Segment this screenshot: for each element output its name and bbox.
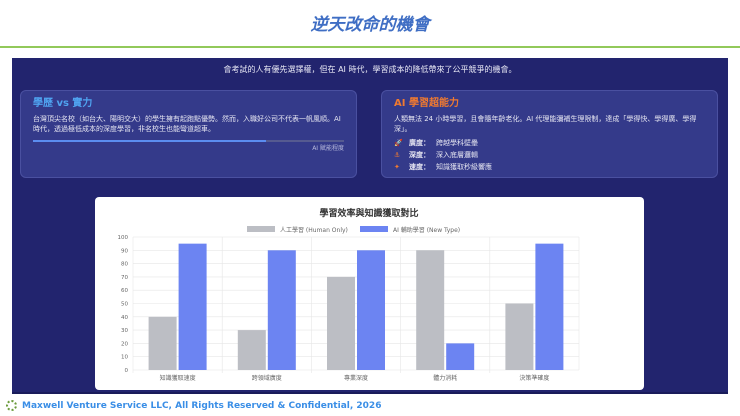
bar (446, 343, 475, 370)
feature-item: ✦ 速度： 知識獲取秒級響應 (394, 162, 705, 172)
x-tick-label: 專業深度 (344, 374, 368, 382)
bar (148, 316, 177, 370)
bar (416, 250, 445, 370)
feature-item: ⚓ 深度： 深入底層邏輯 (394, 150, 705, 160)
bar (535, 243, 564, 370)
bar-chart: 學習效率與知識獲取對比人工學習 (Human Only) AI 輔助學習 (New… (118, 207, 580, 382)
x-tick-label: 決策準確度 (519, 374, 549, 382)
y-tick-label: 20 (121, 341, 128, 347)
y-tick-label: 0 (125, 368, 129, 374)
progress-fill (33, 140, 267, 142)
subtitle: 會考試的人有優先選擇權，但在 AI 時代，學習成本的降低帶來了公平競爭的機會。 (223, 65, 517, 74)
feature-item: 🚀 廣度： 跨越學科壁壘 (394, 138, 705, 148)
bolt-icon: ✦ (394, 163, 400, 171)
feature-label: 廣度： (409, 139, 430, 147)
feature-text: 跨越學科壁壘 (436, 139, 478, 147)
bar (357, 250, 385, 370)
feature-text: 知識獲取秒級響應 (436, 163, 492, 171)
y-tick-label: 70 (121, 275, 128, 281)
y-tick-label: 50 (121, 302, 128, 308)
y-tick-label: 90 (121, 248, 128, 254)
footer-text: Maxwell Venture Service LLC, All Rights … (22, 400, 382, 411)
feature-text: 深入底層邏輯 (436, 151, 478, 159)
bar (178, 243, 207, 370)
legend-swatch[interactable] (360, 226, 388, 232)
y-tick-label: 60 (121, 288, 128, 294)
card-body: 人類無法 24 小時學習，且會隨年齡老化。AI 代理能彌補生理限制，達成「學得快… (394, 115, 697, 133)
bar (237, 330, 266, 370)
feature-label: 深度： (409, 151, 430, 159)
y-tick-label: 10 (121, 355, 128, 361)
y-tick-label: 80 (121, 262, 128, 268)
legend-label[interactable]: 人工學習 (Human Only) (280, 226, 348, 234)
card-heading: 學歷 vs 實力 (33, 98, 93, 109)
content-panel: 會考試的人有優先選擇權，但在 AI 時代，學習成本的降低帶來了公平競爭的機會。 … (12, 58, 728, 394)
legend-label[interactable]: AI 輔助學習 (New Type) (393, 226, 460, 234)
feature-label: 速度： (409, 163, 430, 171)
card-heading: AI 學習超能力 (394, 98, 459, 109)
x-tick-label: 知識獲取速度 (160, 374, 196, 382)
x-tick-label: 體力消耗 (433, 374, 457, 382)
progress-bar (33, 140, 344, 142)
y-tick-label: 100 (118, 235, 129, 241)
x-tick-label: 跨領域廣度 (252, 374, 282, 382)
anchor-icon: ⚓ (394, 151, 401, 159)
legend-swatch[interactable] (247, 226, 275, 232)
page-title: 逆天改命的機會 (310, 15, 430, 35)
card-education-vs-ability: 學歷 vs 實力 台灣頂尖名校（如台大、陽明交大）的學生擁有起跑點優勢。然而，入… (20, 90, 357, 178)
card-body: 台灣頂尖名校（如台大、陽明交大）的學生擁有起跑點優勢。然而，入職好公司不代表一帆… (33, 115, 341, 133)
rocket-icon: 🚀 (394, 139, 403, 147)
card-ai-superpower: AI 學習超能力 人類無法 24 小時學習，且會隨年齡老化。AI 代理能彌補生理… (381, 90, 718, 178)
company-logo-icon (6, 400, 17, 411)
y-tick-label: 40 (121, 315, 128, 321)
bar (505, 303, 534, 370)
chart-container: 學習效率與知識獲取對比人工學習 (Human Only) AI 輔助學習 (New… (95, 197, 644, 390)
bar (327, 276, 355, 370)
footer: Maxwell Venture Service LLC, All Rights … (6, 400, 381, 411)
bar (267, 250, 296, 370)
chart-title: 學習效率與知識獲取對比 (319, 207, 418, 219)
divider (0, 46, 740, 48)
y-tick-label: 30 (121, 328, 128, 334)
progress-label: AI 賦能程度 (312, 145, 344, 152)
